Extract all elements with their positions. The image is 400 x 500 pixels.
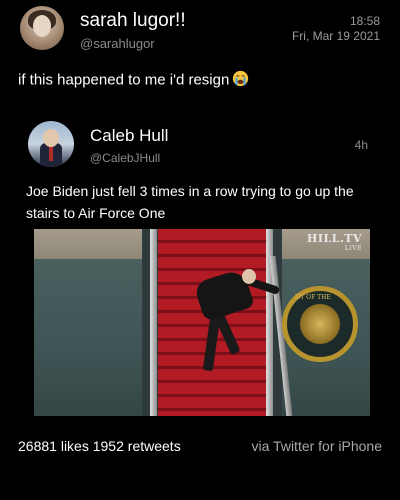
tweet-body: if this happened to me i'd resign <box>18 71 230 89</box>
tweet-stats: 26881 likes 1952 retweets <box>18 438 181 454</box>
stair-rail-left <box>150 229 157 416</box>
seal-eagle <box>300 304 340 344</box>
quoted-avatar-head <box>43 129 59 147</box>
tweet-text: if this happened to me i'd resign <box>18 70 249 91</box>
tweet-time: 18:58 <box>349 14 380 28</box>
avatar-face <box>33 15 51 37</box>
likes-label[interactable]: likes <box>61 438 89 454</box>
quoted-time: 4h <box>354 138 368 152</box>
quoted-avatar[interactable] <box>28 121 74 167</box>
quoted-author-handle[interactable]: @CalebJHull <box>90 151 160 165</box>
crying-face-icon <box>232 70 249 91</box>
presidential-seal: NT OF THE <box>282 286 358 362</box>
quoted-avatar-tie <box>49 145 53 161</box>
author-handle[interactable]: @sarahlugor <box>80 36 155 51</box>
watermark-live: LIVE <box>344 245 362 252</box>
avatar[interactable] <box>20 6 64 50</box>
person-head <box>242 269 256 284</box>
author-name[interactable]: sarah lugor!! <box>80 10 186 32</box>
likes-count: 26881 <box>18 438 57 454</box>
hilltv-watermark: HILL.TV LIVE <box>307 233 362 254</box>
quoted-media-video[interactable]: NT OF THE HILL.TV LIVE <box>34 229 370 416</box>
quoted-author-name[interactable]: Caleb Hull <box>90 126 168 146</box>
tweet-date: Fri, Mar 19 2021 <box>291 29 380 43</box>
retweets-count: 1952 <box>92 438 124 454</box>
quoted-tweet-text: Joe Biden just fell 3 times in a row try… <box>26 183 354 221</box>
seal-text: NT OF THE <box>295 294 331 301</box>
source-app: via Twitter for iPhone <box>251 438 382 454</box>
retweets-label[interactable]: retweets <box>128 438 181 454</box>
